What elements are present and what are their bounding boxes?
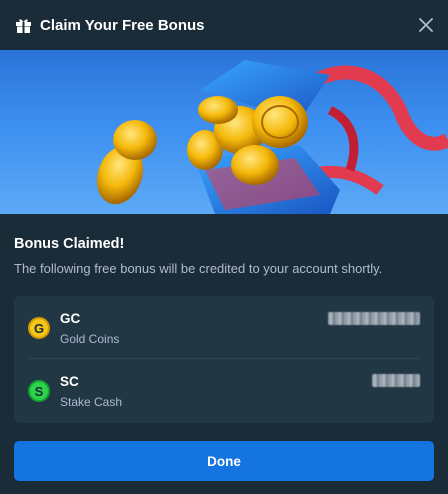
bonus-description: The following free bonus will be credite… xyxy=(14,261,383,276)
gold-coin-icon: G xyxy=(28,317,50,339)
currency-name: Stake Cash xyxy=(60,395,123,409)
bonus-claimed-title: Bonus Claimed! xyxy=(14,236,125,252)
list-item-gold-coins: G GC Gold Coins xyxy=(14,296,434,358)
list-item-stake-cash: S SC Stake Cash xyxy=(14,359,434,421)
currency-code: SC xyxy=(60,374,79,389)
redacted-amount xyxy=(328,312,420,325)
done-button[interactable]: Done xyxy=(14,441,434,481)
currency-code: GC xyxy=(60,311,81,326)
redacted-amount xyxy=(372,374,420,387)
modal-title: Claim Your Free Bonus xyxy=(40,16,205,34)
modal-header: Claim Your Free Bonus xyxy=(0,0,448,50)
treasure-box-illustration xyxy=(96,60,448,214)
gift-icon xyxy=(14,16,32,34)
stake-cash-icon: S xyxy=(28,380,50,402)
bonus-banner-image xyxy=(0,50,448,214)
currency-name: Gold Coins xyxy=(60,332,120,346)
bonus-currency-card: G GC Gold Coins S SC Stake Cash xyxy=(14,296,434,423)
close-icon[interactable] xyxy=(414,13,438,37)
